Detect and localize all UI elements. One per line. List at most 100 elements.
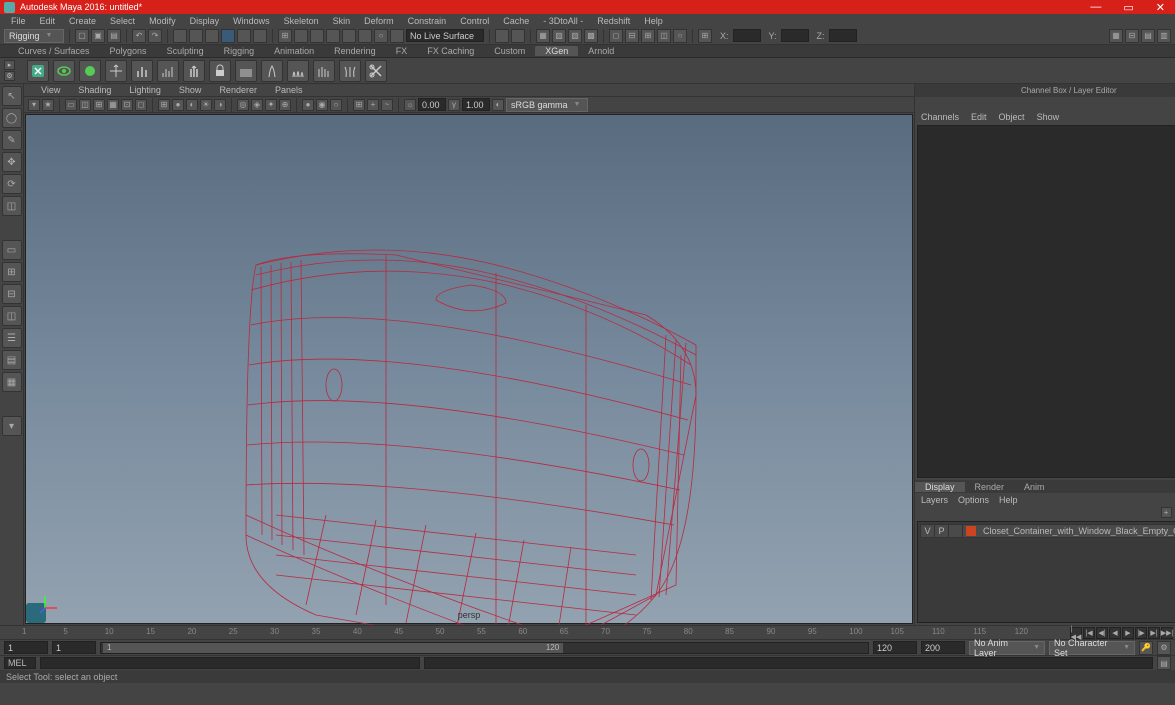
- render-globals-icon[interactable]: ▩: [584, 29, 598, 43]
- camera-select-icon[interactable]: ▾: [28, 99, 40, 111]
- layer-menu-help[interactable]: Help: [999, 495, 1018, 505]
- toggle-panel-icon[interactable]: ▥: [1157, 29, 1171, 43]
- menu-redshift[interactable]: Redshift: [590, 16, 637, 26]
- snap-point-icon[interactable]: [310, 29, 324, 43]
- history-icon[interactable]: [495, 29, 509, 43]
- xgen-clump-icon[interactable]: [261, 60, 283, 82]
- film-origin-icon[interactable]: +: [367, 99, 379, 111]
- open-scene-icon[interactable]: ▣: [91, 29, 105, 43]
- snap-center-icon[interactable]: [326, 29, 340, 43]
- panel-menu-icon[interactable]: ○: [673, 29, 687, 43]
- panel-menu-panels[interactable]: Panels: [266, 85, 312, 95]
- range-inner-end-field[interactable]: 120: [873, 641, 917, 654]
- redo-icon[interactable]: ↷: [148, 29, 162, 43]
- rotate-tool[interactable]: ⟳: [2, 174, 22, 194]
- channel-menu-object[interactable]: Object: [999, 112, 1025, 122]
- graph-editor-icon[interactable]: ▤: [2, 350, 22, 370]
- layer-visible-toggle[interactable]: V: [921, 525, 935, 537]
- make-live-icon[interactable]: [390, 29, 404, 43]
- snap-toggle-icon[interactable]: ○: [374, 29, 388, 43]
- shelf-tab-rendering[interactable]: Rendering: [324, 46, 386, 56]
- xgen-lock-icon[interactable]: [209, 60, 231, 82]
- menu-windows[interactable]: Windows: [226, 16, 277, 26]
- textured-icon[interactable]: ◐: [186, 99, 198, 111]
- menu-deform[interactable]: Deform: [357, 16, 401, 26]
- toggle-history-icon[interactable]: [511, 29, 525, 43]
- shadows-icon[interactable]: ◑: [214, 99, 226, 111]
- go-start-icon[interactable]: |◀◀: [1070, 627, 1082, 639]
- viewport[interactable]: persp: [25, 114, 913, 624]
- autokey-icon[interactable]: 🔑: [1139, 641, 1153, 655]
- wireframe-icon[interactable]: ⊞: [158, 99, 170, 111]
- xray-components-icon[interactable]: ⊕: [279, 99, 291, 111]
- step-forward-icon[interactable]: |▶: [1135, 627, 1147, 639]
- gate-mask-icon[interactable]: ▦: [107, 99, 119, 111]
- time-slider[interactable]: 1510152025303540455055606570758085909510…: [0, 625, 1175, 639]
- render-current-icon[interactable]: ▧: [552, 29, 566, 43]
- xgen-comb-icon[interactable]: [235, 60, 257, 82]
- shelf-tab-rigging[interactable]: Rigging: [214, 46, 265, 56]
- toggle-channel-icon[interactable]: ▤: [1141, 29, 1155, 43]
- xray-icon[interactable]: ◈: [251, 99, 263, 111]
- channel-menu-edit[interactable]: Edit: [971, 112, 987, 122]
- save-scene-icon[interactable]: ▤: [107, 29, 121, 43]
- range-track[interactable]: 1 120: [100, 642, 869, 654]
- shelf-tab-xgen[interactable]: XGen: [535, 46, 578, 56]
- motion-trail-icon[interactable]: ~: [381, 99, 393, 111]
- resolution-gate-icon[interactable]: ⊞: [93, 99, 105, 111]
- move-tool[interactable]: ✥: [2, 152, 22, 172]
- use-lights-icon[interactable]: ☀: [200, 99, 212, 111]
- extra-tool-icon[interactable]: ▾: [2, 416, 22, 436]
- single-pane-icon[interactable]: ▭: [2, 240, 22, 260]
- shelf-tab-sculpting[interactable]: Sculpting: [157, 46, 214, 56]
- exposure-field[interactable]: 0.00: [418, 98, 446, 111]
- close-button[interactable]: ✕: [1150, 1, 1171, 14]
- xgen-sphere-icon[interactable]: [79, 60, 101, 82]
- four-pane-icon[interactable]: ⊞: [2, 262, 22, 282]
- undo-icon[interactable]: ↶: [132, 29, 146, 43]
- menu-skeleton[interactable]: Skeleton: [277, 16, 326, 26]
- menu-dtoall[interactable]: - 3DtoAll -: [536, 16, 590, 26]
- image-plane-icon[interactable]: ▭: [65, 99, 77, 111]
- coord-x-field[interactable]: [733, 29, 761, 42]
- xgen-length-icon[interactable]: [157, 60, 179, 82]
- step-forward-key-icon[interactable]: ▶|: [1148, 627, 1160, 639]
- coord-y-field[interactable]: [781, 29, 809, 42]
- layer-tab-anim[interactable]: Anim: [1014, 482, 1055, 492]
- range-end-field[interactable]: 200: [921, 641, 965, 654]
- script-editor-icon[interactable]: ▤: [1157, 656, 1171, 670]
- select-object-icon[interactable]: [237, 29, 251, 43]
- two-pane-v-icon[interactable]: ◫: [2, 306, 22, 326]
- high-quality-icon[interactable]: ◉: [316, 99, 328, 111]
- xgen-delete-icon[interactable]: [27, 60, 49, 82]
- panel-layout3-icon[interactable]: ⊞: [641, 29, 655, 43]
- panel-menu-view[interactable]: View: [32, 85, 69, 95]
- ipr-icon[interactable]: ▨: [568, 29, 582, 43]
- xray-joints-icon[interactable]: ✦: [265, 99, 277, 111]
- render-view-icon[interactable]: ▦: [536, 29, 550, 43]
- layer-color-swatch[interactable]: [966, 526, 976, 536]
- shelf-tab-curvessurfaces[interactable]: Curves / Surfaces: [8, 46, 100, 56]
- menu-cache[interactable]: Cache: [496, 16, 536, 26]
- safe-action-icon[interactable]: ◻: [135, 99, 147, 111]
- minimize-button[interactable]: —: [1084, 1, 1107, 14]
- panel-menu-lighting[interactable]: Lighting: [120, 85, 170, 95]
- shelf-tab-fx[interactable]: FX: [386, 46, 418, 56]
- xgen-density-icon[interactable]: [131, 60, 153, 82]
- xgen-cut-icon[interactable]: [365, 60, 387, 82]
- menu-create[interactable]: Create: [62, 16, 103, 26]
- exposure-icon[interactable]: ☼: [404, 99, 416, 111]
- script-lang[interactable]: MEL: [4, 657, 36, 669]
- lasso-tool[interactable]: ◯: [2, 108, 22, 128]
- grid-display-icon[interactable]: ⊞: [353, 99, 365, 111]
- play-back-icon[interactable]: ◀: [1109, 627, 1121, 639]
- custom-pane-icon[interactable]: ▦: [2, 372, 22, 392]
- select-mode-icon[interactable]: [173, 29, 187, 43]
- toggle-grid-icon[interactable]: ⊞: [698, 29, 712, 43]
- xgen-width-icon[interactable]: [183, 60, 205, 82]
- channel-menu-show[interactable]: Show: [1037, 112, 1060, 122]
- shelf-tab-animation[interactable]: Animation: [264, 46, 324, 56]
- shelf-edit-icon[interactable]: ⚙: [4, 71, 15, 81]
- go-end-icon[interactable]: ▶▶|: [1161, 627, 1173, 639]
- color-space-dropdown[interactable]: sRGB gamma▼: [506, 98, 588, 112]
